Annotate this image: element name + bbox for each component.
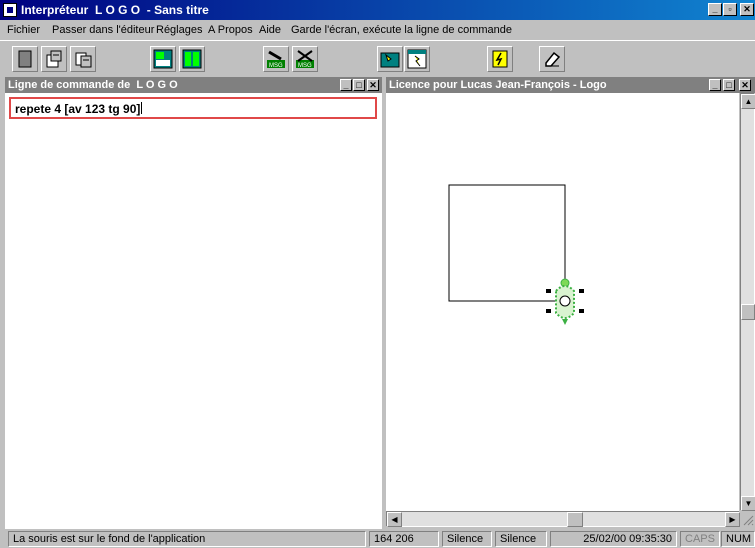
canvas-panel-title: Licence pour Lucas Jean-François - Logo [389,79,607,91]
run-canvas-icon[interactable] [377,46,403,72]
turtle-leg-br [579,309,584,313]
status-datetime: 25/02/00 09:35:30 [550,531,677,547]
logo-drawing [448,184,584,325]
menu-bar: Fichier Passer dans l'éditeur Réglages A… [0,21,755,39]
window-title: Interpréteur L O G O - Sans titre [21,3,209,17]
horizontal-scrollbar[interactable]: ◀ ▶ [386,511,740,527]
command-panel-title: Ligne de commande de L O G O [8,79,178,91]
command-panel-close-button[interactable]: ✕ [367,79,379,91]
vertical-scroll-thumb[interactable] [741,304,755,320]
scroll-right-button[interactable]: ▶ [725,512,740,527]
command-output-area[interactable] [5,124,382,529]
canvas-panel-maximize-button[interactable]: □ [723,79,735,91]
command-panel-minimize-button[interactable]: _ [340,79,352,91]
toolbar: MSG MSG [0,40,755,76]
status-bar: La souris est sur le fond de l'applicati… [0,529,755,548]
message-off-icon[interactable]: MSG [292,46,318,72]
turtle-leg-tr [579,289,584,293]
tile-vertical-icon[interactable] [179,46,205,72]
app-logo-icon[interactable] [3,3,17,17]
command-panel-title-bar[interactable]: Ligne de commande de L O G O _ □ ✕ [5,77,382,93]
new-file-icon[interactable] [12,46,38,72]
scroll-left-button[interactable]: ◀ [387,512,402,527]
status-coordinates: 164 206 [369,531,439,547]
vertical-scrollbar[interactable]: ▲ ▼ [740,93,755,511]
run-step-icon[interactable] [404,46,430,72]
status-message: La souris est sur le fond de l'applicati… [8,531,366,547]
canvas-panel-title-bar[interactable]: Licence pour Lucas Jean-François - Logo … [386,77,755,93]
open-file-icon[interactable] [41,46,67,72]
turtle-leg-tl [546,289,551,293]
turtle-leg-bl [546,309,551,313]
canvas-panel: Licence pour Lucas Jean-François - Logo … [386,77,755,529]
status-num: NUM [721,531,755,547]
turtle-center [559,295,571,307]
resize-grip-icon[interactable] [740,511,755,527]
command-panel: Ligne de commande de L O G O _ □ ✕ repet… [5,77,382,529]
execute-lightning-icon[interactable] [487,46,513,72]
minimize-button[interactable]: _ [708,3,722,16]
tile-horizontal-icon[interactable] [150,46,176,72]
status-caps: CAPS [680,531,720,547]
message-on-icon[interactable]: MSG [263,46,289,72]
canvas-panel-minimize-button[interactable]: _ [709,79,721,91]
drawn-square [448,184,566,302]
menu-reglages[interactable]: Réglages [156,24,202,36]
menu-passer-editeur[interactable]: Passer dans l'éditeur [52,24,154,36]
menu-aide[interactable]: Aide [259,24,281,36]
maximize-button[interactable]: ▫ [723,3,737,16]
canvas-panel-close-button[interactable]: ✕ [739,79,751,91]
close-button[interactable]: ✕ [740,3,754,16]
command-input[interactable]: repete 4 [av 123 tg 90] [15,102,142,116]
title-bar[interactable]: Interpréteur L O G O - Sans titre _ ▫ ✕ [0,0,755,20]
save-file-icon[interactable] [70,46,96,72]
turtle-icon [546,278,584,325]
turtle-tail [562,319,568,325]
scroll-up-button[interactable]: ▲ [741,94,755,109]
menu-garde-ecran[interactable]: Garde l'écran, exécute la ligne de comma… [291,24,512,36]
scroll-down-button[interactable]: ▼ [741,496,755,511]
drawing-canvas[interactable] [386,93,740,511]
svg-text:MSG: MSG [269,63,283,69]
horizontal-scroll-thumb[interactable] [567,512,583,527]
command-input-box[interactable]: repete 4 [av 123 tg 90] [9,97,377,119]
status-sound-2: Silence [495,531,547,547]
status-sound-1: Silence [442,531,492,547]
svg-text:MSG: MSG [298,63,312,69]
command-panel-maximize-button[interactable]: □ [353,79,365,91]
menu-fichier[interactable]: Fichier [7,24,40,36]
menu-a-propos[interactable]: A Propos [208,24,253,36]
eraser-icon[interactable] [539,46,565,72]
